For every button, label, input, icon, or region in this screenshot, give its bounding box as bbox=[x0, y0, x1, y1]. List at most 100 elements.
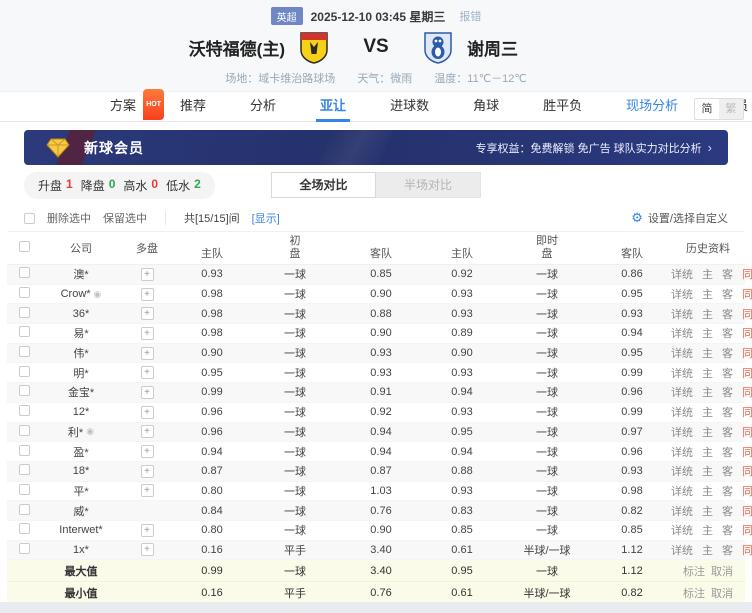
history-same-link[interactable]: 同 bbox=[742, 404, 752, 420]
history-detail-link[interactable]: 详统 bbox=[671, 542, 693, 558]
expand-multi-odds-button[interactable]: + bbox=[141, 465, 154, 478]
report-error-link[interactable]: 报错 bbox=[459, 8, 481, 24]
history-same-link[interactable]: 同 bbox=[742, 345, 752, 361]
history-home-link[interactable]: 主 bbox=[702, 345, 713, 361]
row-checkbox[interactable] bbox=[19, 346, 30, 357]
expand-multi-odds-button[interactable]: + bbox=[141, 307, 154, 320]
history-home-link[interactable]: 主 bbox=[702, 542, 713, 558]
history-away-link[interactable]: 客 bbox=[722, 522, 733, 538]
history-same-link[interactable]: 同 bbox=[742, 424, 752, 440]
history-away-link[interactable]: 客 bbox=[722, 365, 733, 381]
history-same-link[interactable]: 同 bbox=[742, 325, 752, 341]
history-home-link[interactable]: 主 bbox=[702, 483, 713, 499]
history-same-link[interactable]: 同 bbox=[742, 286, 752, 302]
settings-link[interactable]: ⚙ 设置/选择自定义 bbox=[631, 210, 728, 226]
nav-tab[interactable]: 亚让 bbox=[298, 91, 368, 122]
row-checkbox[interactable] bbox=[19, 464, 30, 475]
history-away-link[interactable]: 客 bbox=[722, 463, 733, 479]
history-home-link[interactable]: 主 bbox=[702, 384, 713, 400]
history-same-link[interactable]: 同 bbox=[742, 444, 752, 460]
nav-tab[interactable]: 胜平负 bbox=[521, 91, 604, 122]
history-home-link[interactable]: 主 bbox=[702, 306, 713, 322]
expand-multi-odds-button[interactable]: + bbox=[141, 406, 154, 419]
row-checkbox[interactable] bbox=[19, 523, 30, 534]
history-detail-link[interactable]: 详统 bbox=[671, 266, 693, 282]
history-home-link[interactable]: 主 bbox=[702, 266, 713, 282]
nav-tab[interactable]: 推荐 bbox=[158, 91, 228, 122]
history-away-link[interactable]: 客 bbox=[722, 483, 733, 499]
show-link[interactable]: [显示] bbox=[252, 210, 280, 226]
history-away-link[interactable]: 客 bbox=[722, 286, 733, 302]
history-same-link[interactable]: 同 bbox=[742, 542, 752, 558]
history-detail-link[interactable]: 详统 bbox=[671, 325, 693, 341]
row-checkbox[interactable] bbox=[19, 425, 30, 436]
banner-benefits[interactable]: 专享权益：免费解锁 免广告 球队实力对比分析 › bbox=[476, 140, 712, 156]
row-checkbox[interactable] bbox=[19, 504, 30, 515]
history-same-link[interactable]: 同 bbox=[742, 463, 752, 479]
history-detail-link[interactable]: 详统 bbox=[671, 345, 693, 361]
lang-traditional-button[interactable]: 繁 bbox=[719, 99, 743, 119]
expand-multi-odds-button[interactable]: + bbox=[141, 288, 154, 301]
history-same-link[interactable]: 同 bbox=[742, 266, 752, 282]
row-checkbox[interactable] bbox=[19, 307, 30, 318]
history-detail-link[interactable]: 详统 bbox=[671, 306, 693, 322]
row-checkbox[interactable] bbox=[19, 445, 30, 456]
row-checkbox[interactable] bbox=[19, 405, 30, 416]
history-detail-link[interactable]: 详统 bbox=[671, 444, 693, 460]
history-away-link[interactable]: 客 bbox=[722, 404, 733, 420]
expand-multi-odds-button[interactable]: + bbox=[141, 347, 154, 360]
history-away-link[interactable]: 客 bbox=[722, 384, 733, 400]
cancel-link[interactable]: 取消 bbox=[711, 563, 733, 579]
history-home-link[interactable]: 主 bbox=[702, 503, 713, 519]
expand-multi-odds-button[interactable]: + bbox=[141, 268, 154, 281]
expand-multi-odds-button[interactable]: + bbox=[141, 425, 154, 438]
nav-tab[interactable]: 进球数 bbox=[368, 91, 451, 122]
history-detail-link[interactable]: 详统 bbox=[671, 483, 693, 499]
expand-multi-odds-button[interactable]: + bbox=[141, 386, 154, 399]
nav-tab[interactable]: 分析 bbox=[228, 91, 298, 122]
lang-simplified-button[interactable]: 简 bbox=[695, 99, 719, 119]
row-checkbox[interactable] bbox=[19, 484, 30, 495]
mark-link[interactable]: 标注 bbox=[683, 585, 705, 601]
history-detail-link[interactable]: 详统 bbox=[671, 522, 693, 538]
history-home-link[interactable]: 主 bbox=[702, 424, 713, 440]
history-same-link[interactable]: 同 bbox=[742, 365, 752, 381]
history-away-link[interactable]: 客 bbox=[722, 503, 733, 519]
history-home-link[interactable]: 主 bbox=[702, 404, 713, 420]
expand-multi-odds-button[interactable]: + bbox=[141, 484, 154, 497]
expand-multi-odds-button[interactable]: + bbox=[141, 327, 154, 340]
history-same-link[interactable]: 同 bbox=[742, 522, 752, 538]
history-away-link[interactable]: 客 bbox=[722, 325, 733, 341]
row-checkbox[interactable] bbox=[19, 267, 30, 278]
history-detail-link[interactable]: 详统 bbox=[671, 463, 693, 479]
expand-multi-odds-button[interactable]: + bbox=[141, 445, 154, 458]
history-same-link[interactable]: 同 bbox=[742, 503, 752, 519]
row-checkbox[interactable] bbox=[19, 366, 30, 377]
keep-selected-button[interactable]: 保留选中 bbox=[103, 210, 147, 226]
expand-multi-odds-button[interactable]: + bbox=[141, 524, 154, 537]
history-home-link[interactable]: 主 bbox=[702, 463, 713, 479]
cancel-link[interactable]: 取消 bbox=[711, 585, 733, 601]
history-detail-link[interactable]: 详统 bbox=[671, 424, 693, 440]
history-detail-link[interactable]: 详统 bbox=[671, 365, 693, 381]
header-checkbox[interactable] bbox=[19, 241, 30, 252]
history-detail-link[interactable]: 详统 bbox=[671, 503, 693, 519]
history-same-link[interactable]: 同 bbox=[742, 384, 752, 400]
history-home-link[interactable]: 主 bbox=[702, 365, 713, 381]
delete-selected-button[interactable]: 删除选中 bbox=[47, 210, 91, 226]
tab-full-match[interactable]: 全场对比 bbox=[271, 172, 376, 198]
history-home-link[interactable]: 主 bbox=[702, 522, 713, 538]
history-away-link[interactable]: 客 bbox=[722, 542, 733, 558]
history-detail-link[interactable]: 详统 bbox=[671, 286, 693, 302]
history-same-link[interactable]: 同 bbox=[742, 306, 752, 322]
mark-link[interactable]: 标注 bbox=[683, 563, 705, 579]
row-checkbox[interactable] bbox=[19, 543, 30, 554]
history-away-link[interactable]: 客 bbox=[722, 424, 733, 440]
history-home-link[interactable]: 主 bbox=[702, 444, 713, 460]
history-away-link[interactable]: 客 bbox=[722, 306, 733, 322]
history-same-link[interactable]: 同 bbox=[742, 483, 752, 499]
history-home-link[interactable]: 主 bbox=[702, 325, 713, 341]
row-checkbox[interactable] bbox=[19, 287, 30, 298]
history-detail-link[interactable]: 详统 bbox=[671, 404, 693, 420]
expand-multi-odds-button[interactable]: + bbox=[141, 543, 154, 556]
